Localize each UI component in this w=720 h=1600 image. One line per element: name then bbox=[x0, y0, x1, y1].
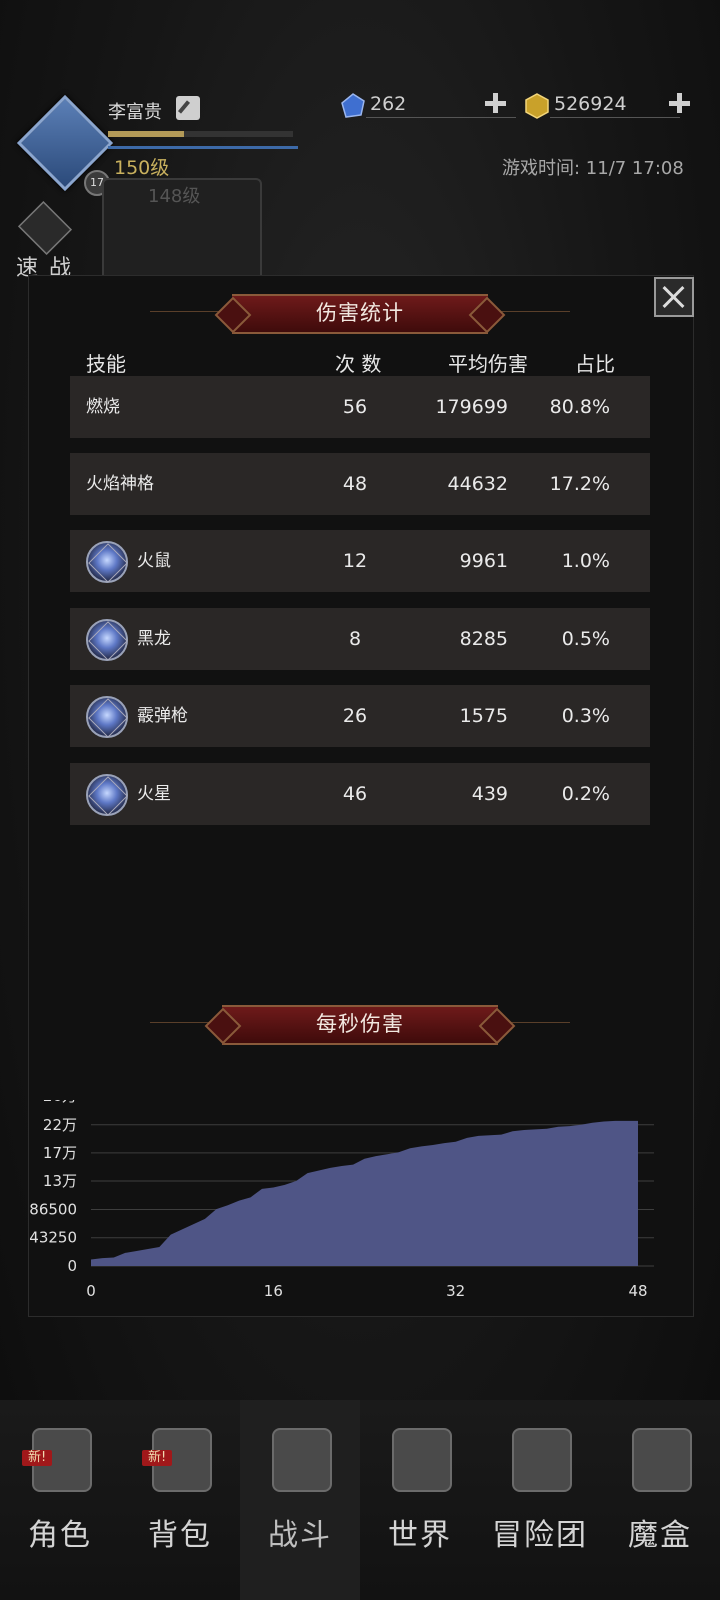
bottom-nav: 新! 角色 新! 背包 战斗 世界 冒险团 魔盒 bbox=[0, 1400, 720, 1600]
nav-item-5[interactable]: 魔盒 bbox=[600, 1400, 720, 1600]
close-button[interactable] bbox=[654, 277, 694, 317]
shotgun-skill-icon bbox=[86, 696, 128, 738]
avg-damage: 9961 bbox=[459, 550, 508, 572]
nav-label: 背包 bbox=[148, 1518, 212, 1553]
skill-name: 黑龙 bbox=[137, 629, 171, 649]
dps-title: 每秒伤害 bbox=[316, 1012, 404, 1036]
nav-item-4[interactable]: 冒险团 bbox=[480, 1400, 600, 1600]
skill-name: 燃烧 bbox=[86, 397, 120, 417]
y-tick-label: 43250 bbox=[29, 1229, 77, 1247]
y-tick-label: 22万 bbox=[43, 1116, 77, 1134]
damage-percent: 1.0% bbox=[561, 550, 610, 572]
hit-count: 12 bbox=[342, 550, 368, 572]
table-row: 火星 46 439 0.2% bbox=[70, 763, 650, 825]
header-count: 次 数 bbox=[335, 352, 382, 376]
y-tick-label: 0 bbox=[67, 1257, 77, 1275]
avg-damage: 8285 bbox=[459, 628, 508, 650]
gold-underline bbox=[550, 117, 680, 118]
black-dragon-skill-icon bbox=[86, 619, 128, 661]
nav-item-1[interactable]: 新! 背包 bbox=[120, 1400, 240, 1600]
table-row: 黑龙 8 8285 0.5% bbox=[70, 608, 650, 670]
hit-count: 46 bbox=[342, 783, 368, 805]
fire-mouse-skill-icon bbox=[86, 541, 128, 583]
dps-title-banner: 每秒伤害 bbox=[222, 1005, 498, 1045]
gem-count: 262 bbox=[370, 93, 407, 115]
x-tick-label: 48 bbox=[628, 1282, 647, 1300]
add-gold-button[interactable] bbox=[668, 91, 690, 113]
damage-percent: 0.2% bbox=[561, 783, 610, 805]
quick-battle-button[interactable]: 速 战 bbox=[10, 200, 80, 281]
background-monster-card: 148级 bbox=[102, 178, 262, 282]
damage-percent: 0.3% bbox=[561, 705, 610, 727]
nav-label: 角色 bbox=[28, 1518, 92, 1553]
x-tick-label: 16 bbox=[264, 1282, 283, 1300]
spark-skill-icon bbox=[86, 774, 128, 816]
map-scroll-icon bbox=[392, 1428, 452, 1492]
top-hud: 17 李富贵 150级 262 526924 游戏时间: 11/7 17:08 … bbox=[0, 0, 720, 290]
y-tick-label: 13万 bbox=[43, 1172, 77, 1190]
nav-item-0[interactable]: 新! 角色 bbox=[0, 1400, 120, 1600]
gold-count: 526924 bbox=[554, 93, 627, 115]
dps-area-series bbox=[91, 1120, 638, 1266]
damage-stats-title-banner: 伤害统计 bbox=[232, 294, 488, 334]
damage-percent: 0.5% bbox=[561, 628, 610, 650]
table-row: 燃烧 56 179699 80.8% bbox=[70, 376, 650, 438]
monster-card-level: 148级 bbox=[148, 186, 201, 207]
new-badge: 新! bbox=[142, 1450, 173, 1466]
damage-percent: 17.2% bbox=[549, 473, 610, 495]
y-tick-label: 17万 bbox=[43, 1144, 77, 1162]
shield-sword-icon bbox=[272, 1428, 332, 1492]
nav-label: 冒险团 bbox=[492, 1518, 588, 1553]
nav-item-3[interactable]: 世界 bbox=[360, 1400, 480, 1600]
y-tick-label: 26万 bbox=[43, 1100, 77, 1105]
add-gems-button[interactable] bbox=[484, 91, 506, 113]
hit-count: 26 bbox=[342, 705, 368, 727]
table-row: 霰弹枪 26 1575 0.3% bbox=[70, 685, 650, 747]
sword-icon bbox=[17, 200, 73, 256]
hit-count: 48 bbox=[342, 473, 368, 495]
avg-damage: 1575 bbox=[459, 705, 508, 727]
castle-icon bbox=[512, 1428, 572, 1492]
nav-label: 世界 bbox=[388, 1518, 452, 1553]
x-tick-label: 0 bbox=[86, 1282, 96, 1300]
avg-damage: 439 bbox=[471, 783, 508, 805]
x-tick-label: 32 bbox=[446, 1282, 465, 1300]
damage-percent: 80.8% bbox=[549, 396, 610, 418]
gem-underline bbox=[366, 117, 516, 118]
skill-name: 火星 bbox=[137, 784, 171, 804]
blue-gem-icon bbox=[341, 93, 365, 118]
player-name: 李富贵 bbox=[108, 102, 162, 123]
table-row: 火鼠 12 9961 1.0% bbox=[70, 530, 650, 592]
avg-damage: 44632 bbox=[447, 473, 508, 495]
nav-item-2[interactable]: 战斗 bbox=[240, 1400, 360, 1600]
edit-icon[interactable] bbox=[176, 96, 200, 120]
new-badge: 新! bbox=[22, 1450, 53, 1466]
dps-chart: 0 43250 86500 13万 17万 22万 26万 0 16 32 48 bbox=[29, 1100, 654, 1300]
skill-name: 霰弹枪 bbox=[137, 706, 188, 726]
xp-bar-fill bbox=[108, 131, 184, 137]
header-skill: 技能 bbox=[86, 352, 126, 376]
gold-gem-icon bbox=[525, 93, 549, 119]
xp-bar bbox=[108, 131, 293, 137]
hit-count: 8 bbox=[348, 628, 362, 650]
table-row: 火焰神格 48 44632 17.2% bbox=[70, 453, 650, 515]
nav-label: 战斗 bbox=[268, 1518, 332, 1553]
nav-label: 魔盒 bbox=[628, 1518, 692, 1553]
player-avatar[interactable]: 17 bbox=[16, 94, 114, 196]
skill-name: 火焰神格 bbox=[86, 474, 154, 494]
mp-bar bbox=[108, 146, 298, 149]
avg-damage: 179699 bbox=[435, 396, 508, 418]
hit-count: 56 bbox=[342, 396, 368, 418]
header-percent: 占比 bbox=[575, 352, 615, 376]
y-tick-label: 86500 bbox=[29, 1200, 77, 1218]
game-time: 游戏时间: 11/7 17:08 bbox=[502, 158, 684, 179]
skill-name: 火鼠 bbox=[137, 551, 171, 571]
magic-cube-icon bbox=[632, 1428, 692, 1492]
player-level: 150级 bbox=[114, 157, 170, 179]
gold-resource: 526924 bbox=[524, 91, 704, 119]
damage-stats-title: 伤害统计 bbox=[316, 301, 404, 325]
header-avg-damage: 平均伤害 bbox=[448, 352, 528, 376]
